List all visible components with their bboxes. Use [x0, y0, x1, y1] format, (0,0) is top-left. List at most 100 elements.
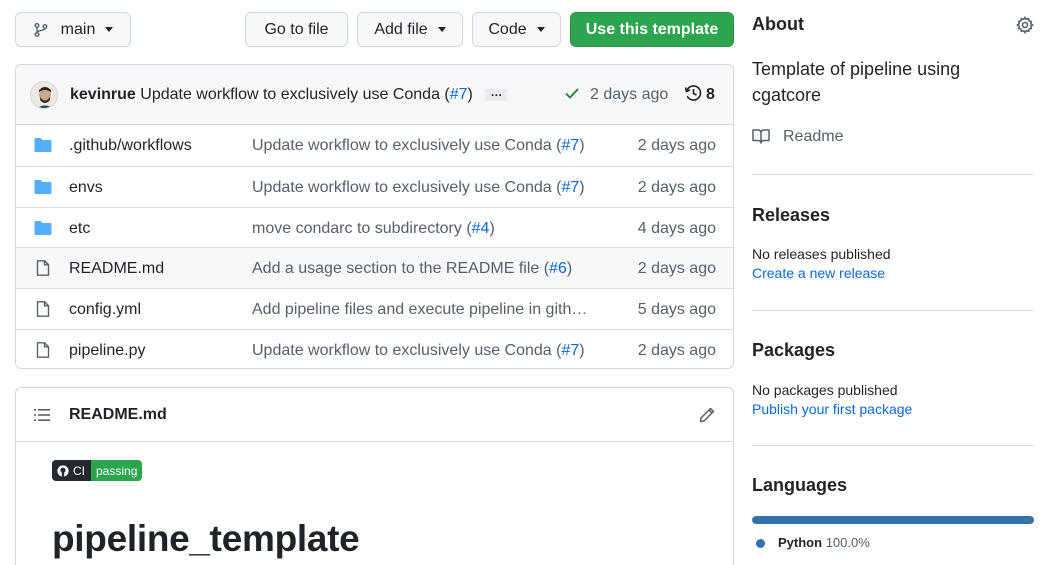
readme-link[interactable]: Readme: [783, 128, 843, 146]
commit-message-text[interactable]: move condarc to subdirectory (: [252, 220, 472, 237]
commit-message-text[interactable]: Add a usage section to the README file (: [252, 260, 549, 277]
releases-none-text: No releases published: [752, 246, 891, 262]
commit-pr-link[interactable]: #7: [561, 179, 579, 196]
code-label: Code: [488, 20, 527, 38]
commit-message-end: ): [566, 260, 573, 278]
file-commit-time[interactable]: 2 days ago: [638, 260, 716, 278]
code-button[interactable]: Code: [472, 12, 561, 47]
file-icon: [34, 260, 52, 277]
commit-pr-link[interactable]: #7: [561, 342, 579, 359]
file-browser: kevinrue Update workflow to exclusively …: [15, 64, 734, 369]
folder-icon: [34, 220, 52, 236]
chevron-down-icon: [437, 27, 446, 32]
file-name-link[interactable]: config.yml: [69, 301, 141, 319]
file-name-link[interactable]: envs: [69, 179, 103, 197]
file-commit-message[interactable]: Add a usage section to the README file (…: [252, 260, 572, 278]
language-color-dot: [756, 539, 765, 548]
readme-title[interactable]: README.md: [69, 406, 167, 424]
badge-status: passing: [91, 460, 143, 481]
file-name-link[interactable]: .github/workflows: [69, 137, 192, 155]
file-row[interactable]: envs Update workflow to exclusively use C…: [16, 165, 733, 207]
commit-pr-link[interactable]: #6: [549, 260, 567, 277]
github-icon: [57, 464, 69, 477]
file-list: .github/workflows Update workflow to excl…: [16, 125, 733, 368]
file-commit-time[interactable]: 4 days ago: [638, 220, 716, 238]
releases-title[interactable]: Releases: [752, 205, 830, 226]
packages-none-text: No packages published: [752, 382, 898, 398]
readme-panel: README.md CI passing pipeline_template: [15, 387, 734, 565]
git-branch-icon: [34, 22, 48, 37]
readme-heading: pipeline_template: [52, 518, 360, 559]
file-commit-message[interactable]: Update workflow to exclusively use Conda…: [252, 137, 585, 155]
create-release-link[interactable]: Create a new release: [752, 265, 885, 281]
branch-select-button[interactable]: main: [15, 12, 131, 47]
commit-message-end: ): [489, 219, 495, 237]
about-description: Template of pipeline using cgatcore: [752, 59, 961, 105]
language-percent: 100.0%: [825, 535, 870, 550]
commit-message-text[interactable]: Update workflow to exclusively use Conda…: [252, 137, 561, 154]
expand-commit-button[interactable]: …: [485, 86, 508, 101]
commit-message-end: ): [579, 137, 585, 154]
commit-message-text[interactable]: Update workflow to exclusively use Conda…: [252, 179, 561, 196]
file-name-link[interactable]: pipeline.py: [69, 342, 146, 360]
file-commit-message[interactable]: move condarc to subdirectory (#4): [252, 220, 495, 238]
commit-pr-link[interactable]: #7: [561, 137, 579, 154]
file-commit-time[interactable]: 5 days ago: [638, 301, 716, 319]
file-row[interactable]: pipeline.py Update workflow to exclusivel…: [16, 328, 733, 368]
file-row[interactable]: .github/workflows Update workflow to excl…: [16, 125, 733, 166]
divider: [752, 174, 1034, 175]
commit-message-end: ): [467, 86, 473, 103]
commit-message-text[interactable]: Update workflow to exclusively use Conda…: [252, 342, 561, 359]
add-file-label: Add file: [374, 20, 428, 38]
commit-pr-link[interactable]: #7: [450, 86, 468, 103]
ci-status-badge[interactable]: CI passing: [52, 460, 143, 481]
gear-icon[interactable]: [1016, 16, 1034, 34]
file-name-link[interactable]: etc: [69, 220, 90, 238]
commit-count[interactable]: 8: [706, 86, 715, 104]
file-commit-time[interactable]: 2 days ago: [638, 179, 716, 197]
commit-message-end: ): [579, 178, 585, 196]
file-row[interactable]: etc move condarc to subdirectory (#4) 4 da…: [16, 206, 733, 248]
avatar[interactable]: [30, 81, 58, 109]
check-icon[interactable]: [564, 85, 580, 101]
divider: [752, 310, 1034, 311]
languages-title: Languages: [752, 475, 848, 495]
go-to-file-button[interactable]: Go to file: [245, 12, 348, 47]
file-commit-message[interactable]: Update workflow to exclusively use Conda…: [252, 342, 585, 360]
chevron-down-icon: [536, 27, 545, 32]
branch-label: main: [60, 20, 96, 38]
folder-icon: [34, 137, 52, 153]
file-commit-message[interactable]: Update workflow to exclusively use Conda…: [252, 179, 585, 197]
pencil-icon[interactable]: [698, 406, 716, 424]
publish-package-link[interactable]: Publish your first package: [752, 401, 912, 417]
file-commit-time[interactable]: 2 days ago: [638, 342, 716, 360]
packages-title[interactable]: Packages: [752, 340, 835, 361]
commit-message[interactable]: Update workflow to exclusively use Conda…: [140, 86, 449, 103]
folder-icon: [34, 179, 52, 195]
commit-message-text[interactable]: Add pipeline files and execute pipeline …: [252, 301, 587, 318]
file-commit-message[interactable]: Add pipeline files and execute pipeline …: [252, 301, 587, 319]
file-icon: [34, 301, 52, 318]
file-row[interactable]: README.md Add a usage section to the READ…: [16, 247, 733, 289]
latest-commit-bar: kevinrue Update workflow to exclusively …: [16, 65, 733, 125]
commit-author[interactable]: kevinrue: [70, 86, 136, 103]
list-icon[interactable]: [34, 407, 50, 423]
file-name-link[interactable]: README.md: [69, 260, 164, 278]
file-commit-time[interactable]: 2 days ago: [638, 137, 716, 155]
badge-left-text: CI: [73, 463, 85, 478]
history-icon[interactable]: [684, 84, 702, 102]
add-file-button[interactable]: Add file: [357, 12, 463, 47]
use-template-button[interactable]: Use this template: [570, 12, 734, 47]
language-entry[interactable]: Python 100.0%: [778, 535, 870, 550]
book-icon: [752, 129, 770, 144]
chevron-down-icon: [105, 27, 114, 32]
go-to-file-label: Go to file: [264, 20, 329, 38]
commit-message-end: ): [579, 341, 585, 359]
language-bar: [752, 516, 1034, 524]
commit-pr-link[interactable]: #4: [472, 220, 490, 237]
file-row[interactable]: config.yml Add pipeline files and execute…: [16, 288, 733, 329]
file-icon: [34, 342, 52, 358]
use-template-label: Use this template: [585, 20, 719, 38]
commit-time[interactable]: 2 days ago: [590, 86, 668, 104]
about-title: About: [752, 14, 804, 34]
